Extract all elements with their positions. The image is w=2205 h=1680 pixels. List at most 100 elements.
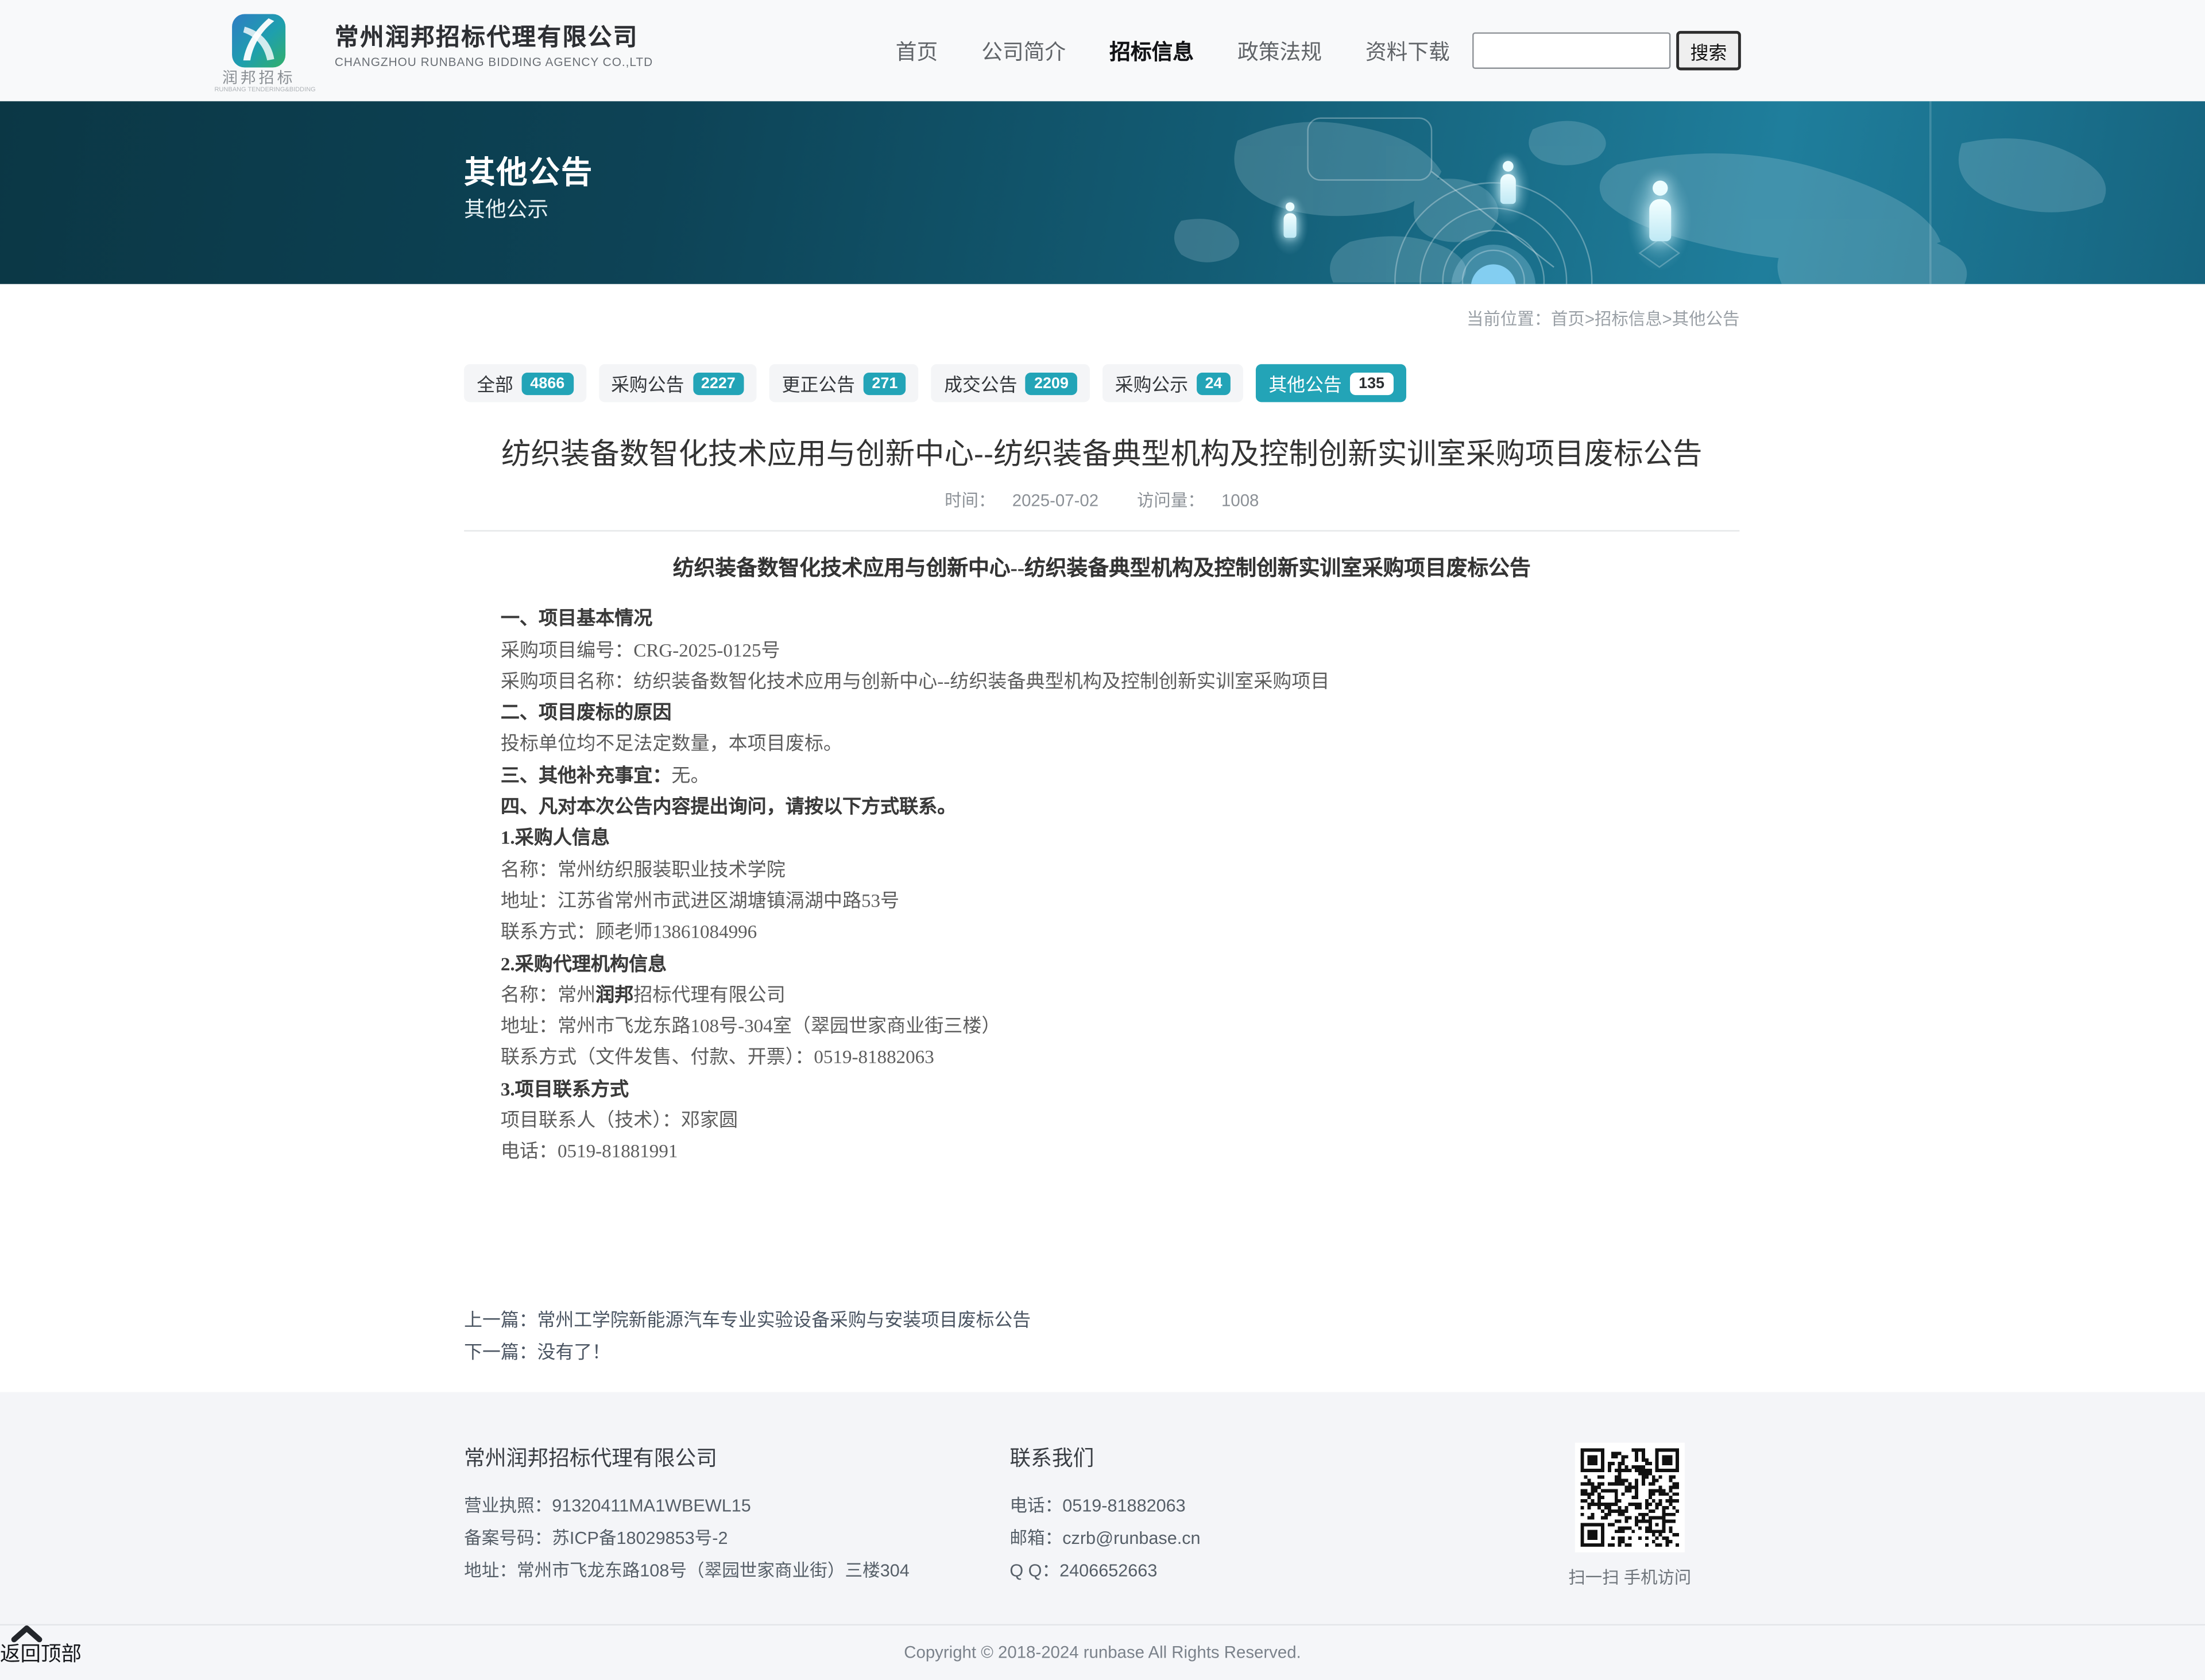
footer-contact-title: 联系我们 (1009, 1442, 1200, 1472)
article-title: 纺织装备数智化技术应用与创新中心--纺织装备典型机构及控制创新实训室采购项目废标… (464, 436, 1739, 475)
main-nav: 首页 公司简介 招标信息 政策法规 资料下载 (852, 36, 1450, 65)
next-article-text: 没有了！ (537, 1341, 610, 1362)
breadcrumb: 当前位置：首页>招标信息>其他公告 (464, 307, 1739, 331)
prev-article: 上一篇：常州工学院新能源汽车专业实验设备采购与安装项目废标公告 (464, 1303, 1739, 1335)
breadcrumb-separator: > (1662, 309, 1672, 329)
search-input[interactable] (1472, 32, 1670, 69)
banner-person-icon (1626, 165, 1693, 273)
nav-item-policy[interactable]: 政策法规 (1237, 36, 1322, 65)
brand[interactable]: 润邦招标 RUNBANG TENDERING&BIDDING 常州润邦招标代理有… (200, 5, 653, 96)
qr-caption: 扫一扫 手机访问 (1557, 1565, 1703, 1589)
breadcrumb-bidding-info-link[interactable]: 招标信息 (1595, 309, 1662, 329)
section-heading: 一、项目基本情况 (464, 603, 1739, 635)
logo-text-cn: 润邦招标 (200, 69, 318, 86)
footer-contact-info: 联系我们 电话：0519-81882063 邮箱：czrb@runbase.cn… (1009, 1442, 1200, 1587)
copyright-bar: Copyright © 2018-2024 runbase All Rights… (0, 1624, 2205, 1680)
divider (464, 530, 1739, 531)
tab-label: 更正公告 (782, 370, 855, 397)
body-line: 联系方式（文件发售、付款、开票）：0519-81882063 (464, 1043, 1739, 1074)
site-header: 润邦招标 RUNBANG TENDERING&BIDDING 常州润邦招标代理有… (0, 0, 2205, 101)
tab-all[interactable]: 全部 4866 (464, 364, 586, 402)
tab-count-badge: 2227 (693, 372, 744, 394)
logo-block: 润邦招标 RUNBANG TENDERING&BIDDING (200, 5, 318, 96)
tab-award-announcement[interactable]: 成交公告 2209 (931, 364, 1090, 402)
tab-label: 成交公告 (944, 370, 1017, 397)
nav-item-bidding-info[interactable]: 招标信息 (1109, 36, 1194, 65)
tab-procurement-announcement[interactable]: 采购公告 2227 (598, 364, 757, 402)
banner-world-map-decoration (0, 101, 2205, 284)
qr-code (1575, 1442, 1685, 1552)
footer-company-info: 常州润邦招标代理有限公司 营业执照：91320411MA1WBEWL15 备案号… (464, 1442, 910, 1587)
article-pagination: 上一篇：常州工学院新能源汽车专业实验设备采购与安装项目废标公告 下一篇：没有了！ (464, 1303, 1739, 1368)
breadcrumb-current[interactable]: 其他公告 (1672, 309, 1740, 329)
article-views: 访问量：1008 (1128, 491, 1267, 510)
nav-item-downloads[interactable]: 资料下载 (1365, 36, 1450, 65)
back-to-top-button[interactable]: 返回顶部 (0, 1625, 154, 1667)
banner-person-icon (2129, 282, 2174, 284)
banner-person-icon (1270, 193, 1309, 257)
chevron-up-icon (11, 1625, 42, 1642)
footer-company-title: 常州润邦招标代理有限公司 (464, 1442, 910, 1472)
body-line: 名称：常州纺织服装职业技术学院 (464, 854, 1739, 886)
body-line: 联系方式：顾老师13861084996 (464, 917, 1739, 949)
search-box: 搜索 (1472, 31, 1741, 71)
back-to-top-label: 返回顶部 (0, 1642, 154, 1667)
search-button[interactable]: 搜索 (1676, 31, 1741, 71)
tab-count-badge: 24 (1197, 372, 1231, 394)
category-tabs: 全部4866 采购公告2227 更正公告271 成交公告2209 采购公示24 … (464, 364, 1739, 402)
company-name-en: CHANGZHOU RUNBANG BIDDING AGENCY CO.,LTD (335, 53, 653, 69)
tab-procurement-publicity[interactable]: 采购公示 24 (1102, 364, 1244, 402)
body-line: 采购项目名称：纺织装备数智化技术应用与创新中心--纺织装备典型机构及控制创新实训… (464, 667, 1739, 698)
copyright-text: Copyright © 2018-2024 runbase All Rights… (904, 1642, 1301, 1662)
banner-person-icon (1882, 282, 1929, 284)
footer-address: 地址：常州市飞龙东路108号（翠园世家商业街）三楼304 (464, 1555, 910, 1587)
article-body-heading: 纺织装备数智化技术应用与创新中心--纺织装备典型机构及控制创新实训室采购项目废标… (464, 554, 1739, 586)
tab-other-announcement[interactable]: 其他公告 135 (1256, 364, 1406, 402)
page: 润邦招标 RUNBANG TENDERING&BIDDING 常州润邦招标代理有… (0, 0, 2205, 1676)
page-title: 其他公告 (464, 148, 593, 192)
section-heading: 3.项目联系方式 (464, 1074, 1739, 1105)
qr-box: 扫一扫 手机访问 (1557, 1442, 1703, 1589)
tab-count-badge: 2209 (1026, 372, 1077, 394)
body-line: 投标单位均不足法定数量，本项目废标。 (464, 729, 1739, 761)
article-body: 纺织装备数智化技术应用与创新中心--纺织装备典型机构及控制创新实训室采购项目废标… (464, 554, 1739, 1168)
footer-license: 营业执照：91320411MA1WBEWL15 (464, 1490, 910, 1522)
tab-correction-announcement[interactable]: 更正公告 271 (769, 364, 919, 402)
nav-item-home[interactable]: 首页 (896, 36, 938, 65)
section-heading: 四、凡对本次公告内容提出询问，请按以下方式联系。 (464, 792, 1739, 823)
section-heading: 1.采购人信息 (464, 823, 1739, 855)
tab-label: 采购公示 (1115, 370, 1188, 397)
banner-person-icon (1484, 150, 1531, 227)
footer-email: 邮箱：czrb@runbase.cn (1009, 1522, 1200, 1554)
prev-article-link[interactable]: 常州工学院新能源汽车专业实验设备采购与安装项目废标公告 (537, 1309, 1031, 1330)
breadcrumb-separator: > (1585, 309, 1595, 329)
page-subtitle: 其他公示 (464, 194, 548, 223)
body-line: 项目联系人（技术）：邓家圆 (464, 1105, 1739, 1137)
tab-label: 采购公告 (611, 370, 684, 397)
article-meta: 时间：2025-07-02 访问量：1008 (464, 488, 1739, 512)
body-line: 三、其他补充事宜：无。 (464, 760, 1739, 792)
tab-count-badge: 4866 (522, 372, 573, 394)
nav-item-about[interactable]: 公司简介 (981, 36, 1066, 65)
tab-label: 其他公告 (1268, 370, 1341, 397)
site-footer: 常州润邦招标代理有限公司 营业执照：91320411MA1WBEWL15 备案号… (0, 1392, 2205, 1680)
tab-count-badge: 135 (1350, 372, 1392, 394)
section-heading: 二、项目废标的原因 (464, 698, 1739, 729)
breadcrumb-prefix: 当前位置： (1467, 309, 1551, 329)
next-article: 下一篇：没有了！ (464, 1336, 1739, 1368)
body-line: 电话：0519-81881991 (464, 1137, 1739, 1168)
body-line: 地址：江苏省常州市武进区湖塘镇滆湖中路53号 (464, 886, 1739, 918)
tab-count-badge: 271 (864, 372, 906, 394)
body-line: 地址：常州市飞龙东路108号-304室（翠园世家商业街三楼） (464, 1011, 1739, 1043)
footer-icp: 备案号码：苏ICP备18029853号-2 (464, 1522, 910, 1554)
tab-label: 全部 (477, 370, 513, 397)
body-line: 名称：常州润邦招标代理有限公司 (464, 980, 1739, 1012)
breadcrumb-home-link[interactable]: 首页 (1551, 309, 1585, 329)
body-line: 采购项目编号：CRG-2025-0125号 (464, 635, 1739, 667)
page-banner: 其他公告 其他公示 (0, 101, 2205, 284)
company-logo-icon (232, 13, 285, 67)
footer-qq: Q Q：2406652663 (1009, 1555, 1200, 1587)
logo-text-en: RUNBANG TENDERING&BIDDING (214, 87, 303, 94)
article-time: 时间：2025-07-02 (936, 491, 1107, 510)
section-heading: 2.采购代理机构信息 (464, 949, 1739, 980)
